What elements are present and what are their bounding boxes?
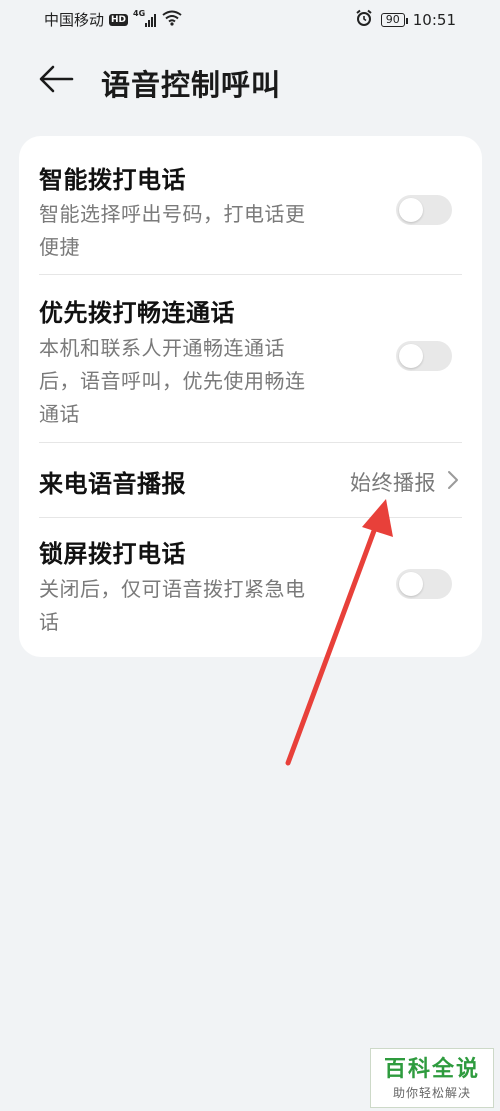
smart-dial-desc-line: 便捷 [39, 235, 80, 259]
status-bar: 中国移动 HD 4G 90 10:51 [0, 0, 500, 40]
back-arrow-icon [38, 65, 74, 97]
toggle-knob [399, 344, 423, 368]
watermark-logo: 百科全说 助你轻松解决 [370, 1048, 494, 1108]
watermark-title: 百科全说 [383, 1057, 480, 1082]
alarm-icon [355, 9, 373, 31]
changlian-desc-line: 通话 [39, 402, 80, 426]
lockscreen-desc-line: 话 [39, 610, 60, 634]
incoming-announce-title: 来电语音播报 [39, 470, 186, 498]
signal-icon: 4G [133, 8, 157, 28]
screen: 中国移动 HD 4G 90 10:51 语音控制呼叫 智能拨打电话 智能选择呼出… [0, 0, 500, 1111]
changlian-first-toggle[interactable] [396, 341, 452, 371]
smart-dial-desc-line: 智能选择呼出号码，打电话更 [39, 202, 306, 226]
settings-card: 智能拨打电话 智能选择呼出号码，打电话更 便捷 优先拨打畅连通话 本机和联系人开… [19, 136, 482, 657]
smart-dial-toggle[interactable] [396, 195, 452, 225]
changlian-desc-line: 后，语音呼叫，优先使用畅连 [39, 369, 306, 393]
lockscreen-dial-row[interactable]: 锁屏拨打电话 关闭后，仅可语音拨打紧急电 话 [19, 518, 482, 657]
lockscreen-dial-toggle[interactable] [396, 569, 452, 599]
smart-dial-row[interactable]: 智能拨打电话 智能选择呼出号码，打电话更 便捷 [19, 136, 482, 274]
app-header: 语音控制呼叫 [0, 50, 500, 112]
battery-icon: 90 [380, 13, 408, 27]
wifi-icon [162, 10, 182, 30]
watermark-subtitle: 助你轻松解决 [392, 1086, 471, 1100]
carrier-label: 中国移动 [44, 11, 105, 29]
smart-dial-title: 智能拨打电话 [39, 166, 186, 194]
changlian-first-title: 优先拨打畅连通话 [39, 299, 235, 327]
back-button[interactable] [34, 64, 78, 98]
page-title: 语音控制呼叫 [101, 68, 282, 102]
incoming-announce-row[interactable]: 来电语音播报 始终播报 [19, 443, 482, 517]
smart-dial-description: 智能选择呼出号码，打电话更 便捷 [39, 198, 369, 264]
lockscreen-dial-title: 锁屏拨打电话 [39, 540, 186, 568]
network-type-label: 4G [133, 8, 146, 18]
changlian-first-description: 本机和联系人开通畅连通话 后，语音呼叫，优先使用畅连 通话 [39, 332, 369, 431]
chevron-right-icon [446, 469, 460, 495]
changlian-first-row[interactable]: 优先拨打畅连通话 本机和联系人开通畅连通话 后，语音呼叫，优先使用畅连 通话 [19, 275, 482, 442]
status-left: 中国移动 HD 4G [44, 9, 182, 30]
changlian-desc-line: 本机和联系人开通畅连通话 [39, 336, 285, 360]
clock-label: 10:51 [412, 11, 456, 29]
toggle-knob [399, 572, 423, 596]
lockscreen-desc-line: 关闭后，仅可语音拨打紧急电 [39, 577, 306, 601]
hd-badge: HD [109, 13, 129, 26]
incoming-announce-value: 始终播报 [350, 471, 436, 495]
status-right: 90 10:51 [355, 9, 456, 31]
lockscreen-dial-description: 关闭后，仅可语音拨打紧急电 话 [39, 573, 369, 639]
toggle-knob [399, 198, 423, 222]
